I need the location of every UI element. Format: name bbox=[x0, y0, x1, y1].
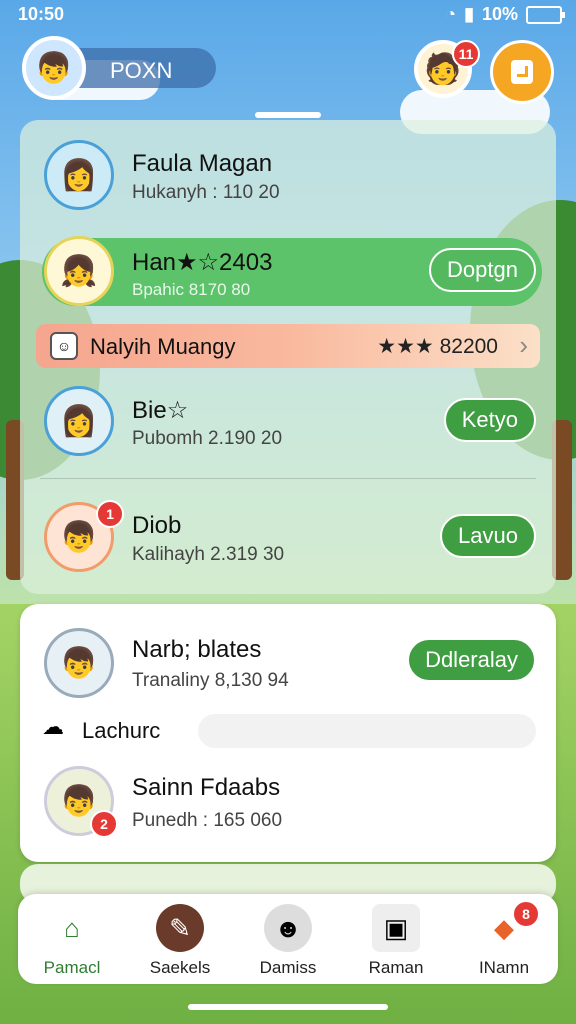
nav-label: Saekels bbox=[149, 958, 211, 977]
bottom-navigation: ⌂ Pamacl ✎ Saekels ☻ Damiss ▣ Raman ◆ 8 … bbox=[18, 894, 558, 984]
notification-badge: 1 bbox=[96, 500, 124, 528]
drag-handle[interactable] bbox=[255, 112, 321, 118]
nav-label: Raman bbox=[368, 958, 424, 977]
search-input[interactable] bbox=[198, 714, 536, 748]
action-button[interactable]: Lavuo bbox=[440, 514, 536, 558]
action-button[interactable]: Doptgn bbox=[429, 248, 536, 292]
nav-item-dog[interactable]: ◆ 8 INamn bbox=[450, 894, 558, 984]
avatar: 👩 bbox=[44, 140, 114, 210]
action-button[interactable]: Ketyo bbox=[443, 398, 536, 442]
home-indicator bbox=[188, 1004, 388, 1010]
list-item-sub: Punedh : 165 060 bbox=[132, 810, 283, 831]
list-item-sub: Tranaliny 8,130 94 bbox=[132, 670, 289, 691]
home-icon: ⌂ bbox=[64, 912, 80, 943]
section-header: ☁ Lachurc bbox=[42, 714, 536, 750]
nav-label: INamn bbox=[478, 958, 530, 977]
friend-notification-badge: 11 bbox=[452, 40, 480, 68]
ghost-icon: ☁ bbox=[42, 714, 64, 739]
list-item[interactable]: 👩 Bie☆ Pubomh 2.190 20 Ketyo bbox=[20, 386, 556, 456]
list-item[interactable]: 👦 1 Diob Kalihayh 2.319 30 Lavuo bbox=[20, 500, 556, 572]
list-item-sub: Bpahic 8170 80 bbox=[132, 280, 251, 299]
document-icon bbox=[511, 60, 533, 84]
list-item-name: Sainn Fdaabs bbox=[132, 774, 281, 801]
notification-badge: 8 bbox=[512, 900, 540, 928]
nav-item-box[interactable]: ▣ Raman bbox=[342, 894, 450, 984]
banner-score: ★★★ 82200 bbox=[377, 335, 498, 358]
signal-icon: ▮ bbox=[464, 4, 474, 24]
status-time: 10:50 bbox=[18, 4, 65, 24]
notification-badge: 2 bbox=[90, 810, 118, 838]
nav-label: Pamacl bbox=[43, 958, 101, 977]
profile-avatar[interactable]: 👦 bbox=[22, 36, 86, 100]
avatar: 👦 bbox=[44, 628, 114, 698]
nav-item-chat[interactable]: ✎ Saekels bbox=[126, 894, 234, 984]
list-item-name: Diob bbox=[132, 512, 182, 539]
list-item[interactable]: 👦 2 Sainn Fdaabs Punedh : 165 060 bbox=[20, 766, 556, 838]
section-label: Lachurc bbox=[82, 718, 161, 743]
chevron-right-icon: › bbox=[519, 330, 528, 360]
featured-banner[interactable]: ☺ Nalyih Muangy ★★★ 82200 › bbox=[36, 324, 540, 368]
list-item-name: Han★☆2403 bbox=[132, 249, 273, 276]
chat-icon: ✎ bbox=[156, 904, 204, 952]
list-item-name: Bie☆ bbox=[132, 397, 189, 424]
status-bar: 10:50 ◔ ▮ 10% bbox=[0, 0, 576, 30]
menu-button[interactable] bbox=[490, 40, 554, 104]
profile-username: POXN bbox=[110, 58, 173, 83]
avatar: 👧 bbox=[44, 236, 114, 306]
list-item-name: Narb; blates bbox=[132, 636, 262, 663]
avatar: 👩 bbox=[44, 386, 114, 456]
nav-item-home[interactable]: ⌂ Pamacl bbox=[18, 894, 126, 984]
nav-label: Damiss bbox=[259, 958, 317, 977]
suggestions-panel: 👦 Narb; blates Tranaliny 8,130 94 Ddlera… bbox=[20, 604, 556, 862]
banner-label: Nalyih Muangy bbox=[90, 334, 236, 359]
battery-icon bbox=[526, 5, 565, 24]
nav-item-cat[interactable]: ☻ Damiss bbox=[234, 894, 342, 984]
list-item-sub: Kalihayh 2.319 30 bbox=[132, 544, 285, 565]
list-item-name: Faula Magan bbox=[132, 150, 273, 177]
battery-percent: 10% bbox=[481, 4, 518, 24]
action-button[interactable]: Ddleralay bbox=[407, 638, 536, 682]
cat-icon: ☻ bbox=[264, 904, 312, 952]
list-item[interactable]: 👩 Faula Magan Hukanyh : 110 20 bbox=[20, 140, 556, 210]
box-icon: ▣ bbox=[372, 904, 420, 952]
list-item[interactable]: 👦 Narb; blates Tranaliny 8,130 94 Ddlera… bbox=[20, 628, 556, 698]
list-item-sub: Hukanyh : 110 20 bbox=[132, 182, 280, 203]
wifi-icon: ◔ bbox=[445, 4, 457, 24]
face-icon: ☺ bbox=[50, 332, 78, 360]
friends-panel: 👩 Faula Magan Hukanyh : 110 20 👧 Han★☆24… bbox=[20, 120, 556, 594]
divider bbox=[40, 478, 536, 479]
list-item[interactable]: 👧 Han★☆2403 Bpahic 8170 80 Doptgn bbox=[20, 236, 556, 306]
list-item-sub: Pubomh 2.190 20 bbox=[132, 428, 283, 449]
